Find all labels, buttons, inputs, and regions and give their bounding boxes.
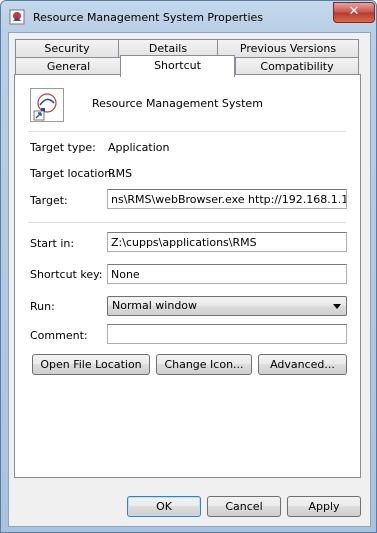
start-in-label: Start in: [30, 237, 75, 250]
target-location-value: RMS [108, 167, 133, 180]
change-icon-button[interactable]: Change Icon... [156, 354, 252, 375]
start-in-input[interactable]: Z:\cupps\applications\RMS [107, 232, 347, 252]
shortcut-key-input[interactable]: None [107, 264, 347, 284]
target-label: Target: [30, 194, 68, 207]
target-type-label: Target type: [30, 141, 96, 154]
shortcut-key-label: Shortcut key: [30, 268, 103, 281]
separator [28, 222, 346, 223]
chevron-down-icon [333, 304, 341, 309]
separator [28, 131, 346, 132]
target-type-value: Application [108, 141, 170, 154]
advanced-button[interactable]: Advanced... [258, 354, 347, 375]
run-select-value: Normal window [112, 299, 198, 312]
target-location-label: Target location: [30, 167, 115, 180]
ok-button[interactable]: OK [127, 496, 201, 517]
comment-input[interactable] [107, 324, 347, 344]
run-label: Run: [30, 300, 55, 313]
app-name: Resource Management System [92, 97, 263, 110]
target-input[interactable]: ns\RMS\webBrowser.exe http://192.168.1.1… [107, 189, 347, 209]
open-file-location-button[interactable]: Open File Location [32, 354, 150, 375]
comment-label: Comment: [30, 329, 88, 342]
run-select[interactable]: Normal window [107, 296, 347, 316]
cancel-button[interactable]: Cancel [207, 496, 281, 517]
apply-button[interactable]: Apply [287, 496, 361, 517]
